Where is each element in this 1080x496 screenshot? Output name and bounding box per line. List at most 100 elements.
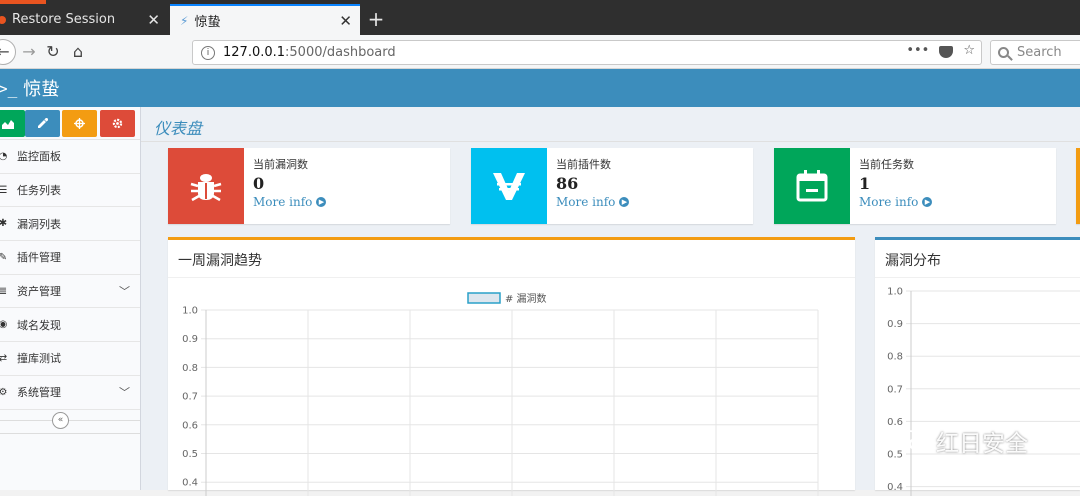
sidebar-item-domains[interactable]: ◉ 域名发现 bbox=[0, 308, 140, 343]
list-icon: ☰ bbox=[0, 184, 8, 196]
divider bbox=[875, 277, 1080, 278]
divider bbox=[141, 141, 1080, 142]
sidebar-item-tasks[interactable]: ☰ 任务列表 bbox=[0, 174, 140, 208]
info-icon[interactable]: i bbox=[201, 45, 215, 60]
tab-restore-session[interactable]: Restore Session ✕ bbox=[0, 4, 168, 35]
dashboard-icon: ◔ bbox=[0, 150, 8, 162]
settings-button[interactable] bbox=[100, 110, 135, 137]
sidebar: ◔ 监控面板 ☰ 任务列表 ✱ 漏洞列表 ✎ 插件管理 ≣ 资产管理 ﹀ ◉ 域… bbox=[0, 107, 141, 490]
pocket-icon[interactable] bbox=[939, 46, 954, 58]
info-box-label: 当前漏洞数 bbox=[253, 158, 308, 171]
search-icon bbox=[998, 47, 1009, 58]
y-tick-label: 1.0 bbox=[182, 306, 198, 317]
app-logo[interactable]: >_ 惊蛰 bbox=[0, 75, 59, 101]
shuffle-icon: ⇄ bbox=[0, 352, 8, 364]
panel-title: 漏洞分布 bbox=[885, 253, 941, 269]
y-tick-label: 0.9 bbox=[182, 334, 198, 345]
forward-button[interactable]: → bbox=[17, 40, 41, 64]
arrow-circle-right-icon: ▶ bbox=[316, 197, 327, 207]
more-info-label: More info bbox=[556, 195, 616, 209]
y-tick-label: 0.8 bbox=[887, 352, 903, 363]
info-box-icon bbox=[168, 148, 244, 224]
info-box-tasks: 当前任务数 1 More info ▶ bbox=[774, 148, 1056, 224]
browser-tab-bar: Restore Session ✕ ⚡ 惊蛰 ✕ + bbox=[0, 4, 1080, 35]
sidebar-item-system[interactable]: ⚙ 系统管理 ﹀ bbox=[0, 376, 140, 410]
sidebar-collapse-button[interactable]: « bbox=[52, 412, 69, 429]
reload-button[interactable]: ↻ bbox=[41, 40, 65, 64]
y-tick-label: 0.9 bbox=[887, 319, 903, 330]
app-header: >_ 惊蛰 bbox=[0, 69, 1080, 107]
app-favicon-icon: ⚡ bbox=[180, 13, 189, 28]
more-info-label: More info bbox=[859, 195, 919, 209]
sidebar-item-credential-test[interactable]: ⇄ 撞库测试 bbox=[0, 342, 140, 376]
info-box-vulns: 当前漏洞数 0 More info ▶ bbox=[168, 148, 450, 224]
chevron-down-icon: ﹀ bbox=[119, 386, 130, 400]
sidebar-item-label: 资产管理 bbox=[17, 285, 61, 299]
distribution-chart: 1.00.90.80.70.60.50.4 bbox=[887, 287, 1080, 496]
sidebar-item-label: 任务列表 bbox=[17, 184, 61, 198]
y-tick-label: 0.6 bbox=[182, 420, 198, 431]
search-input[interactable]: Search bbox=[990, 40, 1080, 65]
edit-button[interactable] bbox=[25, 110, 60, 137]
watermark: 红日安全 bbox=[898, 424, 1028, 458]
divider bbox=[168, 277, 855, 278]
y-tick-label: 0.4 bbox=[182, 478, 198, 489]
sidebar-item-label: 监控面板 bbox=[17, 150, 61, 164]
url-bar[interactable]: i 127.0.0.1:5000/dashboard ••• ☆ bbox=[192, 40, 982, 65]
url-host: 127.0.0.1 bbox=[223, 45, 286, 60]
y-tick-label: 0.5 bbox=[182, 449, 198, 460]
bug-icon bbox=[190, 174, 222, 202]
sidebar-item-dashboard[interactable]: ◔ 监控面板 bbox=[0, 140, 140, 174]
divider bbox=[0, 433, 140, 434]
y-tick-label: 0.8 bbox=[182, 363, 198, 374]
new-tab-button[interactable]: + bbox=[366, 8, 386, 32]
info-box-value: 0 bbox=[253, 174, 265, 193]
tab-dashboard[interactable]: ⚡ 惊蛰 ✕ bbox=[170, 4, 360, 35]
terminal-icon: >_ bbox=[0, 78, 18, 98]
browser-nav-bar: ← → ↻ ⌂ i 127.0.0.1:5000/dashboard ••• ☆… bbox=[0, 35, 1080, 69]
weekly-trend-panel: 一周漏洞趋势 # 漏洞数 1.0 0.9 0.8 0.7 0.6 0.5 0.4 bbox=[168, 237, 855, 496]
more-info-link[interactable]: More info ▶ bbox=[859, 195, 933, 209]
bookmark-star-icon[interactable]: ☆ bbox=[963, 43, 975, 58]
cogs-icon: ⚙ bbox=[0, 386, 8, 398]
y-tick-label: 1.0 bbox=[887, 287, 903, 298]
page-title: 仪表盘 bbox=[154, 119, 203, 138]
info-box-partial bbox=[1076, 148, 1080, 224]
page-actions-icon[interactable]: ••• bbox=[906, 43, 929, 58]
sidebar-item-vulns[interactable]: ✱ 漏洞列表 bbox=[0, 207, 140, 242]
chart-icon bbox=[1, 119, 14, 129]
info-box-plugins: 当前插件数 86 More info ▶ bbox=[471, 148, 753, 224]
bug-icon: ✱ bbox=[0, 218, 8, 230]
more-info-link[interactable]: More info ▶ bbox=[253, 195, 327, 209]
y-tick-label: 0.7 bbox=[182, 392, 198, 403]
more-info-link[interactable]: More info ▶ bbox=[556, 195, 630, 209]
sidebar-shortcut-buttons bbox=[0, 107, 140, 140]
sidebar-item-label: 系统管理 bbox=[17, 386, 61, 400]
y-tick-label: 0.7 bbox=[887, 384, 903, 395]
panel-title: 一周漏洞趋势 bbox=[178, 253, 262, 269]
divider bbox=[0, 420, 140, 421]
info-box-icon bbox=[471, 148, 547, 224]
chart-button[interactable] bbox=[0, 110, 25, 137]
crosshair-button[interactable] bbox=[62, 110, 97, 137]
sidebar-item-assets[interactable]: ≣ 资产管理 ﹀ bbox=[0, 275, 140, 309]
gear-icon bbox=[112, 118, 123, 129]
info-box-value: 86 bbox=[556, 174, 579, 193]
info-box-label: 当前任务数 bbox=[859, 158, 914, 171]
wechat-icon bbox=[898, 430, 927, 452]
sidebar-item-plugins[interactable]: ✎ 插件管理 bbox=[0, 241, 140, 275]
back-button[interactable]: ← bbox=[0, 39, 16, 65]
app-title: 惊蛰 bbox=[23, 79, 60, 100]
home-button[interactable]: ⌂ bbox=[66, 40, 90, 64]
vechain-icon bbox=[493, 173, 525, 200]
arrow-circle-right-icon: ▶ bbox=[619, 197, 630, 207]
info-box-label: 当前插件数 bbox=[556, 158, 611, 171]
more-info-label: More info bbox=[253, 195, 313, 209]
sidebar-item-label: 漏洞列表 bbox=[17, 217, 61, 231]
url-path: :5000/dashboard bbox=[285, 45, 396, 60]
restore-session-icon bbox=[0, 15, 6, 24]
edit-icon: ✎ bbox=[0, 251, 8, 263]
close-icon[interactable]: ✕ bbox=[147, 11, 160, 29]
close-icon[interactable]: ✕ bbox=[339, 12, 352, 30]
chevron-down-icon: ﹀ bbox=[119, 285, 130, 299]
